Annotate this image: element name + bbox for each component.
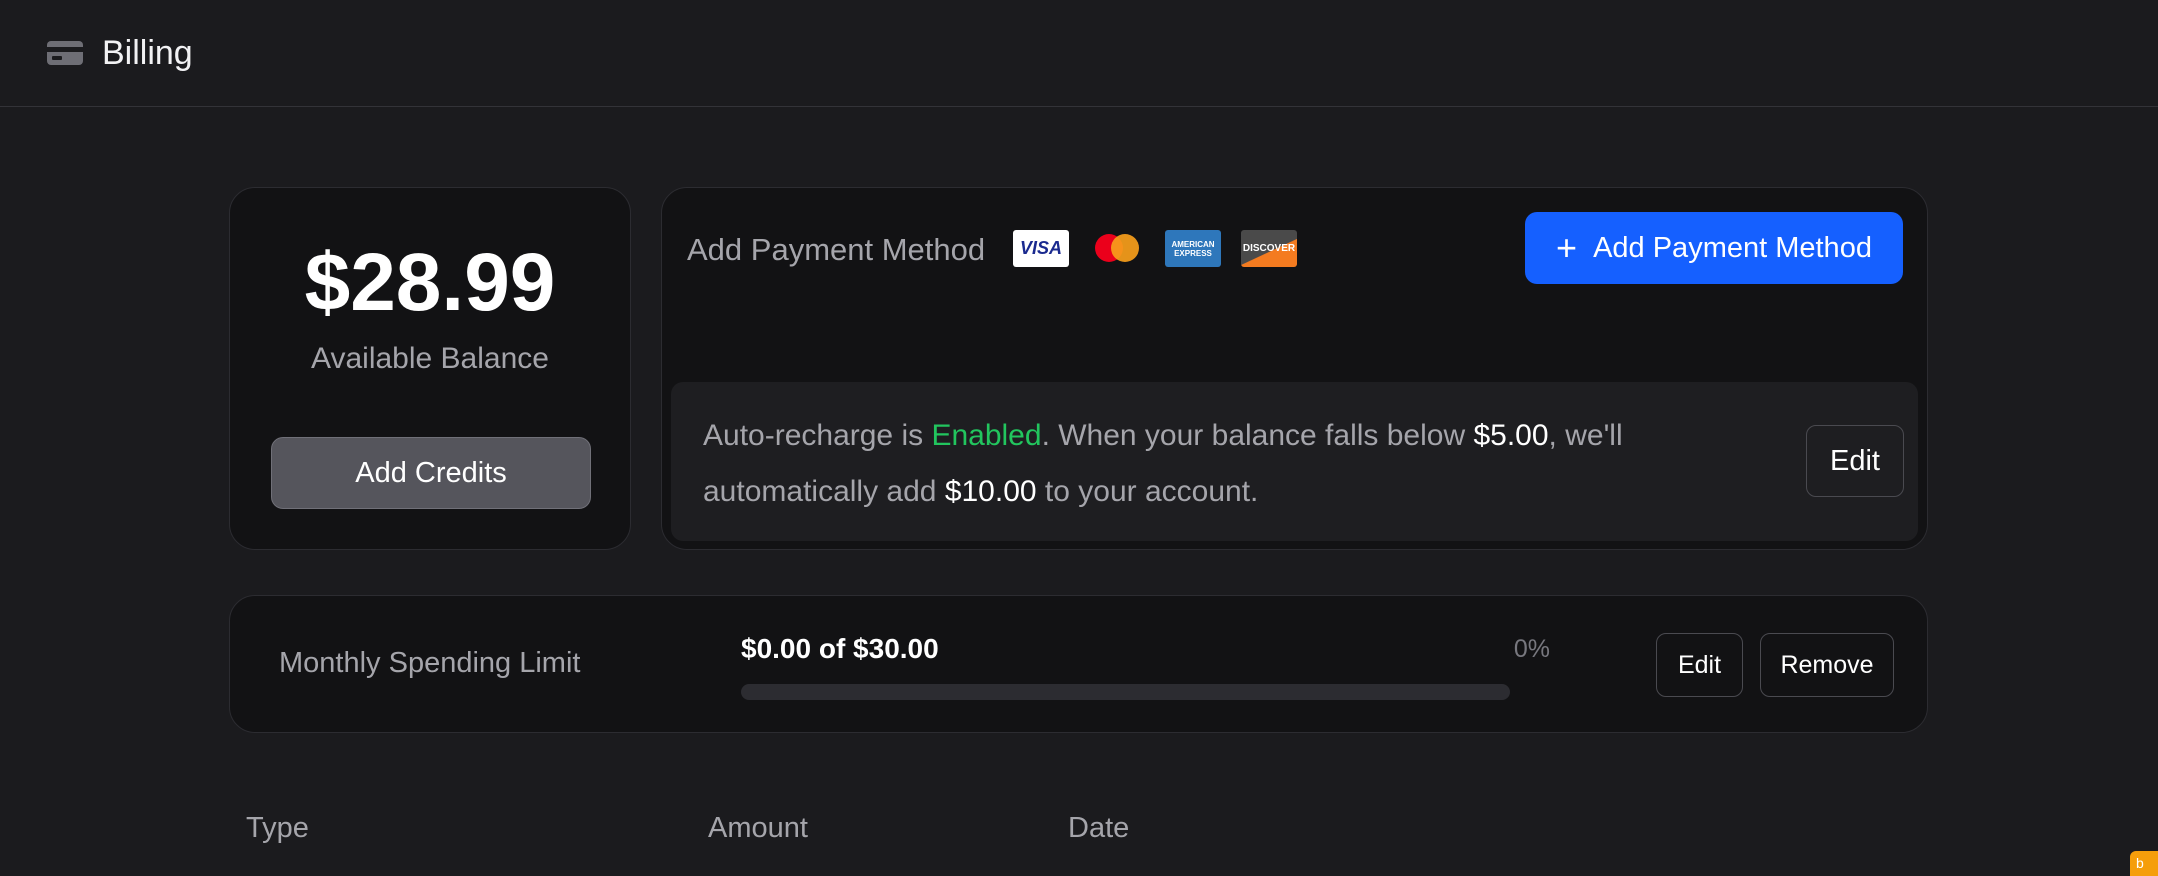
auto-recharge-box: Auto-recharge is Enabled. When your bala… (671, 382, 1918, 541)
balance-amount: $28.99 (304, 237, 556, 328)
visa-logo-icon: VISA (1013, 230, 1069, 267)
mastercard-logo-icon (1089, 230, 1145, 267)
page-header: Billing (0, 0, 2158, 107)
plus-icon: + (1556, 227, 1578, 268)
card-logos: VISA AMERICAN EXPRESS DISCOVER (1013, 230, 1297, 267)
spending-limit-percent: 0% (1513, 635, 1550, 663)
auto-recharge-text: Auto-recharge is Enabled. When your bala… (703, 419, 1623, 508)
spending-limit-label: Monthly Spending Limit (279, 647, 581, 679)
add-payment-method-label: Add Payment Method (1593, 231, 1872, 264)
balance-label: Available Balance (311, 342, 549, 375)
page-title: Billing (102, 33, 193, 72)
payment-method-card: Add Payment Method VISA AMERICAN EXPRESS… (661, 187, 1928, 550)
spending-limit-progress (741, 684, 1510, 700)
column-header-amount[interactable]: Amount (708, 812, 808, 845)
auto-recharge-edit-button[interactable]: Edit (1806, 425, 1904, 497)
payment-method-label: Add Payment Method (687, 232, 986, 267)
discover-logo-icon: DISCOVER (1241, 230, 1297, 267)
column-header-type[interactable]: Type (246, 812, 309, 845)
balance-card: $28.99 Available Balance Add Credits (229, 187, 631, 550)
add-payment-method-button[interactable]: + Add Payment Method (1525, 212, 1903, 284)
auto-recharge-status: Enabled (931, 419, 1042, 452)
spending-limit-card: Monthly Spending Limit $0.00 of $30.00 0… (229, 595, 1928, 733)
amex-logo-icon: AMERICAN EXPRESS (1165, 230, 1221, 267)
recharge-amount: $10.00 (944, 475, 1037, 508)
add-credits-button[interactable]: Add Credits (271, 437, 591, 509)
corner-badge[interactable]: b (2130, 851, 2158, 876)
spending-limit-edit-button[interactable]: Edit (1656, 633, 1743, 697)
column-header-date[interactable]: Date (1068, 812, 1129, 845)
spending-limit-remove-button[interactable]: Remove (1760, 633, 1894, 697)
recharge-threshold: $5.00 (1473, 419, 1549, 452)
spending-limit-value: $0.00 of $30.00 (741, 633, 939, 664)
credit-card-icon (47, 41, 83, 65)
